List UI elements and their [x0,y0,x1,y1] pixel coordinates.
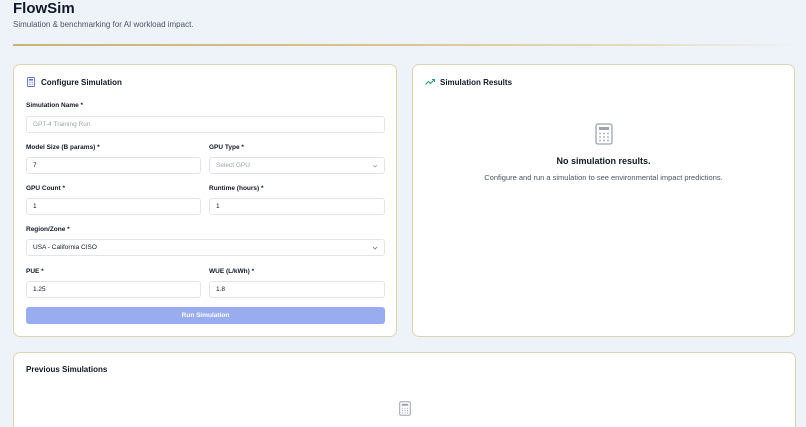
empty-results-description: Configure and run a simulation to see en… [484,173,723,182]
calculator-icon [26,77,36,87]
runtime-label: Runtime (hours) * [209,185,264,192]
region-selected-value: USA - California CISO [33,244,97,251]
configure-simulation-title: Configure Simulation [41,77,122,87]
simulation-name-label: Simulation Name * [26,102,84,109]
gpu-type-select[interactable]: Select GPU [209,157,385,174]
app-subtitle: Simulation & benchmarking for AI workloa… [13,20,194,29]
run-simulation-button[interactable]: Run Simulation [26,307,385,324]
model-size-input[interactable]: 7 [26,157,201,174]
previous-simulations-card: Previous Simulations [13,352,796,427]
configure-simulation-header: Configure Simulation [26,77,122,87]
previous-simulations-title: Previous Simulations [26,365,108,374]
gpu-type-label: GPU Type * [209,144,244,151]
simulation-results-title: Simulation Results [440,77,513,87]
region-select[interactable]: USA - California CISO [26,239,385,256]
configure-simulation-card: Configure Simulation Simulation Name * G… [13,64,397,337]
trending-up-icon [425,77,435,87]
gpu-count-label: GPU Count * [26,185,65,192]
simulation-results-card: Simulation Results No simulation results… [412,64,795,337]
wue-label: WUE (L/kWh) * [209,268,255,275]
wue-input[interactable]: 1.8 [209,281,385,298]
model-size-label: Model Size (B params) * [26,144,100,151]
pue-input[interactable]: 1.25 [26,281,201,298]
app-title: FlowSim [13,0,75,17]
gpu-type-placeholder: Select GPU [216,162,250,169]
app-header: FlowSim Simulation & benchmarking for AI… [13,0,194,29]
chevron-down-icon [372,245,378,251]
pue-label: PUE * [26,268,44,275]
region-label: Region/Zone * [26,226,70,233]
chevron-down-icon [372,163,378,169]
simulation-results-header: Simulation Results [425,77,512,87]
simulation-name-input[interactable]: GPT-4 Training Run [26,116,385,133]
calculator-icon [399,401,411,421]
header-divider [13,44,806,46]
runtime-input[interactable]: 1 [209,198,385,215]
calculator-icon [595,123,613,150]
empty-results-title: No simulation results. [556,156,651,166]
gpu-count-input[interactable]: 1 [26,198,201,215]
